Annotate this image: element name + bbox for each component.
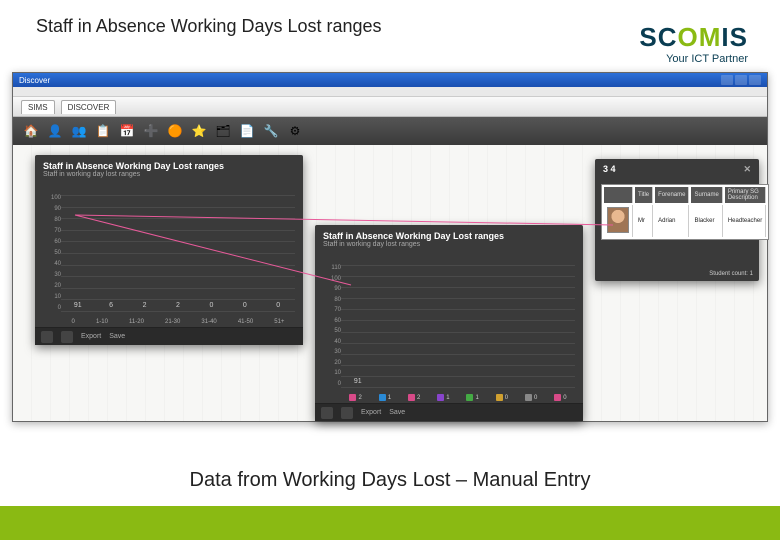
footer-icon[interactable]: [41, 331, 53, 343]
toolbar-calendar-icon[interactable]: 📅: [117, 121, 137, 141]
close-icon[interactable]: ✕: [743, 164, 751, 175]
y-axis: 1009080706050403020100: [41, 195, 61, 311]
toolbar-folder-icon[interactable]: 🗂: [213, 121, 233, 141]
toolbar-people-icon[interactable]: 👥: [69, 121, 89, 141]
toolbar-wrench-icon[interactable]: 🔧: [261, 121, 281, 141]
footer-icon[interactable]: [321, 407, 333, 419]
chart-panel-secondary[interactable]: Staff in Absence Working Day Lost ranges…: [315, 225, 583, 421]
panel-footer: Export Save: [315, 403, 583, 421]
toolbar-person-icon[interactable]: 👤: [45, 121, 65, 141]
maximize-icon[interactable]: [735, 75, 747, 85]
logo-part-3: IS: [721, 22, 748, 52]
chart-title: Staff in Absence Working Day Lost ranges: [315, 225, 583, 241]
minimize-icon[interactable]: [721, 75, 733, 85]
toolbar-home-icon[interactable]: 🏠: [21, 121, 41, 141]
chart-type-icon[interactable]: [61, 331, 73, 343]
y-axis: 1101009080706050403020100: [321, 265, 341, 387]
panel-footer: Export Save: [35, 327, 303, 345]
cell-role: Headteacher: [725, 205, 766, 237]
brand-logo: SCOMIS Your ICT Partner: [639, 22, 748, 65]
window-title: Discover: [19, 76, 50, 85]
toolbar-add-icon[interactable]: ➕: [141, 121, 161, 141]
toolbar-circle-icon[interactable]: 🟠: [165, 121, 185, 141]
detail-badge: 3 4: [603, 164, 616, 175]
export-button[interactable]: Export: [361, 409, 381, 416]
window-titlebar: Discover: [13, 73, 767, 87]
cell-title: Mr: [635, 205, 653, 237]
app-tabs: SIMS DISCOVER: [13, 97, 767, 117]
table-row[interactable]: Mr Adrian Blacker Headteacher: [604, 205, 766, 237]
avatar: [607, 207, 629, 233]
window-controls[interactable]: [721, 75, 761, 85]
chart-type-icon[interactable]: [341, 407, 353, 419]
cell-forename: Adrian: [655, 205, 689, 237]
logo-part-1: SC: [639, 22, 677, 52]
toolbar-gear-icon[interactable]: ⚙: [285, 121, 305, 141]
toolbar-star-icon[interactable]: ⭐: [189, 121, 209, 141]
chart-plot-area: 1101009080706050403020100 91: [341, 265, 575, 387]
chart-panel-primary[interactable]: Staff in Absence Working Day Lost ranges…: [35, 155, 303, 345]
tab-discover[interactable]: DISCOVER: [61, 100, 117, 114]
slide-caption: Data from Working Days Lost – Manual Ent…: [0, 469, 780, 492]
toolbar-doc-icon[interactable]: 📄: [237, 121, 257, 141]
detail-panel[interactable]: 3 4 ✕ TitleForenameSurnamePrimary SG Des…: [595, 159, 759, 281]
close-icon[interactable]: [749, 75, 761, 85]
tab-sims[interactable]: SIMS: [21, 100, 55, 114]
workspace-canvas[interactable]: Staff in Absence Working Day Lost ranges…: [13, 145, 767, 421]
chart-subtitle: Staff in working day lost ranges: [315, 241, 583, 252]
app-window: Discover SIMS DISCOVER 🏠 👤 👥 📋 📅 ➕ 🟠 ⭐ 🗂…: [12, 72, 768, 422]
chart-subtitle: Staff in working day lost ranges: [35, 171, 303, 182]
save-button[interactable]: Save: [389, 409, 405, 416]
logo-part-2: OM: [678, 22, 722, 52]
toolbar-list-icon[interactable]: 📋: [93, 121, 113, 141]
logo-tagline: Your ICT Partner: [639, 53, 748, 65]
chart-legend: 21211000: [341, 394, 575, 401]
save-button[interactable]: Save: [109, 333, 125, 340]
toolbar: 🏠 👤 👥 📋 📅 ➕ 🟠 ⭐ 🗂 📄 🔧 ⚙: [13, 117, 767, 145]
slide-accent-bar: [0, 506, 780, 540]
chart-title: Staff in Absence Working Day Lost ranges: [35, 155, 303, 171]
detail-table: TitleForenameSurnamePrimary SG Descripti…: [601, 184, 769, 240]
bar-group: 91: [341, 265, 575, 387]
export-button[interactable]: Export: [81, 333, 101, 340]
bar-group: 91622000: [61, 195, 295, 311]
menubar[interactable]: [13, 87, 767, 97]
x-axis: 01-1011-2021-3031-4041-5051+: [61, 319, 295, 325]
detail-count: Student count: 1: [709, 271, 753, 277]
chart-plot-area: 1009080706050403020100 91622000: [61, 195, 295, 311]
cell-surname: Blacker: [691, 205, 722, 237]
